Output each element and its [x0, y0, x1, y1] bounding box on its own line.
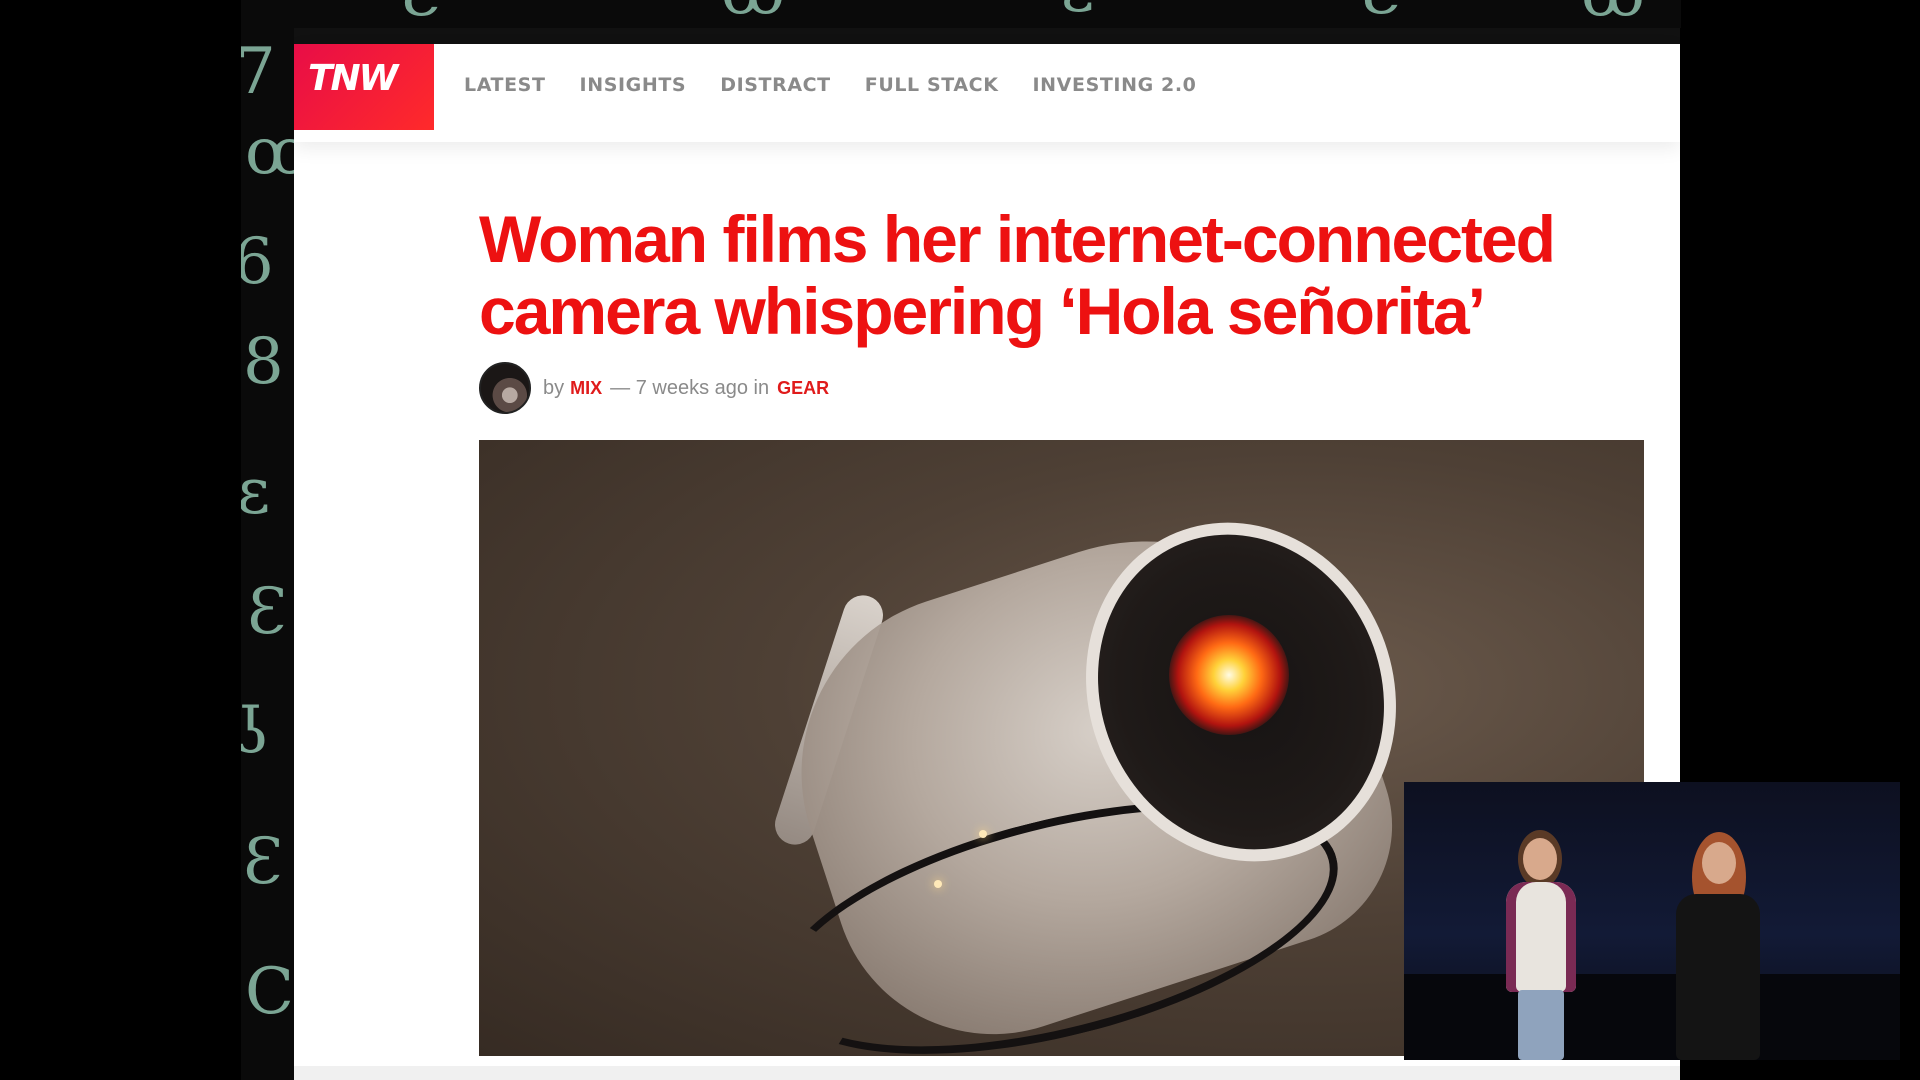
stage-floor	[1404, 974, 1900, 1060]
nav-item-distract[interactable]: DISTRACT	[720, 74, 831, 96]
decorative-glyph: 6	[241, 225, 274, 299]
presenter-right	[1662, 832, 1772, 1060]
camera-led	[934, 880, 942, 888]
decorative-glyph: ꝏ	[1581, 0, 1645, 26]
browser-top-strip	[294, 28, 1680, 44]
camera-lens-glow	[1169, 615, 1289, 735]
nav-item-investing[interactable]: INVESTING 2.0	[1033, 74, 1197, 96]
presenter-left	[1496, 830, 1586, 1060]
nav-item-insights[interactable]: INSIGHTS	[580, 74, 687, 96]
site-logo[interactable]: TNW	[294, 44, 434, 130]
decorative-glyph: 8	[243, 325, 284, 399]
article-byline: by MIX — 7 weeks ago in GEAR	[479, 362, 835, 414]
byline-by: by	[543, 376, 565, 399]
byline-date: — 7 weeks ago in	[610, 376, 770, 399]
slide-background-left: 7 ꝏ 6 8 ε Ɛ ʖ Ɛ C	[241, 0, 296, 1080]
nav-menu: LATEST INSIGHTS DISTRACT FULL STACK INVE…	[464, 74, 1196, 96]
presenter-torso	[1506, 882, 1576, 992]
category-link[interactable]: GEAR	[777, 378, 829, 399]
decorative-glyph: Ɛ	[247, 575, 287, 649]
nav-item-latest[interactable]: LATEST	[464, 74, 546, 96]
decorative-glyph: ε	[1061, 0, 1094, 22]
decorative-glyph: Ɛ	[1361, 0, 1401, 24]
slide-background-top: Ɛ ꝏ ε Ɛ ꝏ	[241, 0, 1681, 28]
decorative-glyph: Ɛ	[243, 825, 283, 899]
decorative-glyph: ꝏ	[245, 115, 296, 189]
site-navbar: TNW LATEST INSIGHTS DISTRACT FULL STACK …	[294, 44, 1680, 142]
decorative-glyph: Ɛ	[401, 0, 441, 26]
author-avatar[interactable]	[479, 362, 531, 414]
decorative-glyph: ʖ	[241, 695, 270, 769]
presenter-video	[1404, 782, 1900, 1060]
page-bottom-edge	[294, 1066, 1680, 1080]
author-link[interactable]: MIX	[570, 378, 602, 399]
decorative-glyph: ε	[241, 455, 271, 529]
nav-item-full-stack[interactable]: FULL STACK	[865, 74, 999, 96]
presenter-head	[1702, 842, 1736, 884]
decorative-glyph: C	[245, 955, 294, 1029]
camera-led	[979, 830, 987, 838]
presenter-legs	[1518, 990, 1564, 1060]
presenter-torso	[1676, 894, 1760, 1060]
decorative-glyph: ꝏ	[721, 0, 785, 24]
article-title: Woman films her internet-connected camer…	[479, 202, 1556, 348]
presenter-head	[1523, 838, 1557, 880]
site-logo-text: TNW	[308, 58, 398, 99]
decorative-glyph: 7	[241, 35, 276, 109]
